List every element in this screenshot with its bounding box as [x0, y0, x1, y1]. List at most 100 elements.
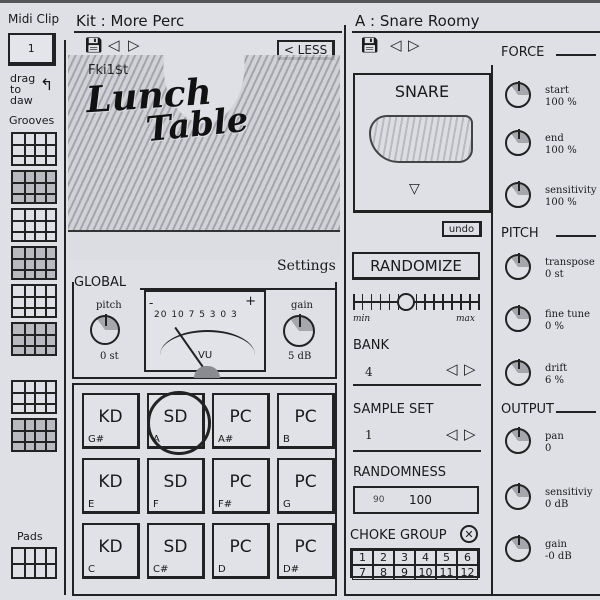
knob-label: pan	[545, 431, 564, 442]
sample-prev-icon[interactable]: ◁	[390, 38, 402, 53]
randomness-high[interactable]: 100	[409, 493, 432, 507]
global-gain-knob[interactable]	[283, 314, 315, 347]
drum-pad[interactable]: PC D#	[277, 523, 335, 579]
kit-prev-icon[interactable]: ◁	[108, 38, 120, 53]
settings-tab[interactable]: Settings	[277, 258, 336, 274]
knob-label: drift	[545, 363, 568, 374]
groove-item[interactable]	[11, 284, 57, 318]
midi-clip-drag-box[interactable]: 1	[8, 33, 56, 66]
bank-next-icon[interactable]: ▷	[464, 362, 476, 377]
groove-item[interactable]	[11, 380, 57, 414]
choke-group-cell[interactable]: 9	[394, 565, 415, 580]
drum-pad[interactable]: PC B	[277, 393, 335, 449]
pad-note: D#	[283, 564, 300, 575]
curved-arrow-icon: ↰	[40, 75, 54, 94]
groove-item[interactable]	[11, 170, 57, 204]
randomize-button[interactable]: RANDOMIZE	[352, 252, 480, 280]
artwork-table	[68, 230, 340, 260]
pitch-drift-knob[interactable]	[505, 359, 531, 386]
sample-preview[interactable]: SNARE ▽	[353, 73, 491, 213]
sample-set-prev-icon[interactable]: ◁	[446, 427, 458, 442]
slider-tick	[460, 294, 462, 310]
groove-item[interactable]	[11, 132, 57, 166]
pad-note: C#	[153, 564, 169, 575]
slider-tick	[361, 294, 364, 310]
drum-pad[interactable]: SD F	[147, 458, 205, 514]
pad-name: PC	[294, 537, 317, 557]
choke-group-cell[interactable]: 5	[436, 550, 457, 565]
kit-save-icon[interactable]: 💾︎	[84, 38, 103, 53]
knob-label: gain	[545, 539, 568, 550]
choke-group-cell[interactable]: 12	[457, 565, 478, 580]
groove-item[interactable]	[11, 418, 57, 452]
choke-group-cell[interactable]: 3	[394, 550, 415, 565]
choke-group-cell[interactable]: 2	[373, 550, 394, 565]
vu-meter: - 20 10 7 5 3 0 3 + VU	[144, 290, 266, 378]
bank-rule	[353, 384, 481, 386]
midi-clip-title: Midi Clip	[8, 12, 60, 26]
choke-group-cell[interactable]: 6	[457, 550, 478, 565]
undo-button[interactable]: undo	[442, 221, 482, 237]
vu-minus-sign: -	[149, 296, 154, 310]
output-gain-knob[interactable]	[505, 535, 531, 562]
slider-tick	[469, 294, 471, 310]
groove-item[interactable]	[11, 208, 57, 242]
pitch-transpose-knob[interactable]	[505, 253, 531, 280]
pitch-fine-tune-knob[interactable]	[505, 305, 531, 332]
sample-set-next-icon[interactable]: ▷	[464, 427, 476, 442]
slider-tick	[442, 294, 444, 310]
drum-pad[interactable]: KD C	[82, 523, 140, 579]
slider-thumb[interactable]	[396, 293, 415, 311]
global-gain-value: 5 dB	[288, 351, 312, 362]
randomize-amount-slider[interactable]	[353, 292, 480, 312]
drum-pad[interactable]: PC G	[277, 458, 335, 514]
drum-pad[interactable]: SD A	[147, 391, 211, 455]
global-pitch-knob[interactable]	[90, 314, 120, 345]
bank-prev-icon[interactable]: ◁	[446, 362, 458, 377]
pad-name: PC	[229, 537, 252, 557]
knob-label: fine tune	[545, 309, 591, 320]
global-title: GLOBAL	[74, 275, 127, 290]
output-sensitiviy-knob[interactable]	[505, 483, 531, 510]
drum-pad[interactable]: SD C#	[147, 523, 205, 579]
pad-note: E	[88, 499, 95, 510]
pitch-section-rule	[556, 235, 596, 237]
groove-item[interactable]	[11, 322, 57, 356]
dropdown-triangle-icon[interactable]: ▽	[409, 181, 420, 197]
output-section-title: OUTPUT	[501, 402, 554, 417]
force-end-knob[interactable]	[505, 129, 531, 156]
right-column-divider	[491, 65, 493, 595]
drum-pad[interactable]: PC A#	[212, 393, 270, 449]
choke-group-cell[interactable]: 7	[352, 565, 373, 580]
choke-group-cell[interactable]: 11	[436, 565, 457, 580]
randomness-low[interactable]: 90	[373, 495, 384, 505]
kit-title-underline	[74, 31, 342, 33]
output-pan-knob[interactable]	[505, 427, 531, 454]
pad-grid: KD G# SD A PC A# PC B KD E SD F PC F# PC G KD C SD C# PC D PC D…	[72, 383, 337, 596]
pad-name: KD	[98, 472, 123, 492]
choke-clear-icon[interactable]: ✕	[460, 525, 478, 543]
sample-save-icon[interactable]: 💾︎	[360, 38, 379, 53]
slider-tick	[370, 294, 373, 310]
drum-pad[interactable]: KD G#	[82, 393, 140, 449]
drum-pad[interactable]: PC F#	[212, 458, 270, 514]
sample-next-icon[interactable]: ▷	[408, 38, 420, 53]
vu-plus-sign: +	[245, 294, 256, 309]
force-start-knob[interactable]	[505, 81, 531, 108]
kit-next-icon[interactable]: ▷	[128, 38, 140, 53]
choke-group-cell[interactable]: 8	[373, 565, 394, 580]
force-sensitivity-knob[interactable]	[505, 181, 531, 208]
choke-group-cell[interactable]: 1	[352, 550, 373, 565]
choke-group-cell[interactable]: 4	[415, 550, 436, 565]
groove-item[interactable]	[11, 246, 57, 280]
force-section-title: FORCE	[501, 45, 545, 60]
pad-name: PC	[229, 472, 252, 492]
drum-pad[interactable]: KD E	[82, 458, 140, 514]
grooves-title: Grooves	[9, 114, 55, 127]
pads-mini-grid[interactable]	[11, 547, 57, 579]
choke-group-cell[interactable]: 10	[415, 565, 436, 580]
knob-value: 0 dB	[545, 499, 569, 510]
randomness-range[interactable]: 90 100	[353, 486, 479, 514]
global-pitch-label: pitch	[96, 300, 122, 311]
drum-pad[interactable]: PC D	[212, 523, 270, 579]
